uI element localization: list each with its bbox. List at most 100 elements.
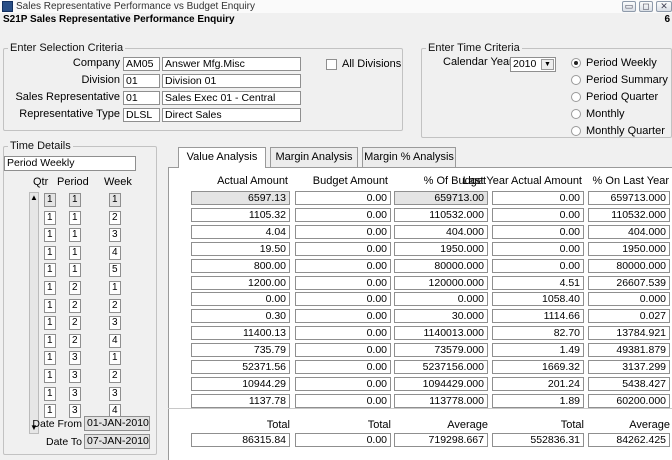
cell-budget-amount[interactable]: 0.00 [295,292,391,307]
cell-percent-on-last-year[interactable]: 1950.000 [588,241,670,256]
time-cell-qtr[interactable]: 1 [44,298,56,313]
cell-last-year-actual[interactable]: 82.70 [492,326,584,341]
cell-budget-amount[interactable]: 0.00 [295,275,391,290]
time-cell-week[interactable]: 4 [109,333,121,348]
cell-budget-amount[interactable]: 0.00 [295,326,391,341]
cell-last-year-actual[interactable]: 4.51 [492,275,584,290]
cell-percent-of-budget[interactable]: 1140013.000 [394,326,488,341]
time-cell-week[interactable]: 1 [109,281,121,295]
tab-margin-analysis[interactable]: Margin Analysis [270,147,358,167]
time-cell-period[interactable]: 2 [69,333,81,348]
cell-last-year-actual[interactable]: 0.00 [492,207,584,222]
calendar-year-select[interactable]: 2010 ▼ [510,57,556,72]
time-cell-week[interactable]: 1 [109,193,121,207]
cell-percent-of-budget[interactable]: 0.000 [394,292,488,307]
time-cell-qtr[interactable]: 1 [44,210,56,225]
cell-last-year-actual[interactable]: 0.00 [492,241,584,256]
cell-percent-on-last-year[interactable]: 404.000 [588,224,670,239]
cell-actual-amount[interactable]: 4.04 [191,224,290,239]
cell-percent-of-budget[interactable]: 30.000 [394,309,488,324]
cell-percent-of-budget[interactable]: 404.000 [394,224,488,239]
time-cell-period[interactable]: 1 [69,263,81,278]
time-cell-period[interactable]: 1 [69,245,81,260]
maximize-icon[interactable]: ◻ [639,1,653,12]
cell-percent-on-last-year[interactable]: 26607.539 [588,275,670,290]
time-cell-period[interactable]: 2 [69,316,81,331]
time-cell-qtr[interactable]: 1 [44,351,56,366]
sales-rep-code-field[interactable]: 01 [123,91,160,105]
cell-percent-of-budget[interactable]: 73579.000 [394,343,488,358]
cell-actual-amount[interactable]: 10944.29 [191,376,290,391]
cell-budget-amount[interactable]: 0.00 [295,309,391,324]
division-code-field[interactable]: 01 [123,74,160,88]
time-cell-period[interactable]: 1 [69,228,81,243]
time-cell-qtr[interactable]: 1 [44,281,56,295]
cell-actual-amount[interactable]: 0.00 [191,292,290,307]
time-cell-week[interactable]: 3 [109,228,121,243]
cell-actual-amount[interactable]: 800.00 [191,258,290,273]
cell-percent-of-budget[interactable]: 1950.000 [394,241,488,256]
time-cell-week[interactable]: 2 [109,298,121,313]
monthly-quarter-radio[interactable] [571,126,581,136]
time-cell-qtr[interactable]: 1 [44,333,56,348]
cell-last-year-actual[interactable]: 1114.66 [492,309,584,324]
time-cell-week[interactable]: 1 [109,351,121,366]
cell-budget-amount[interactable]: 0.00 [295,191,391,205]
cell-budget-amount[interactable]: 0.00 [295,258,391,273]
cell-percent-on-last-year[interactable]: 0.027 [588,309,670,324]
time-cell-week[interactable]: 3 [109,316,121,331]
time-cell-week[interactable]: 3 [109,386,121,401]
cell-actual-amount[interactable]: 1105.32 [191,207,290,222]
time-cell-qtr[interactable]: 1 [44,263,56,278]
time-cell-week[interactable]: 2 [109,210,121,225]
cell-percent-on-last-year[interactable]: 3137.299 [588,360,670,374]
cell-last-year-actual[interactable]: 0.00 [492,258,584,273]
time-cell-qtr[interactable]: 1 [44,404,56,419]
time-cell-period[interactable]: 3 [69,369,81,383]
cell-budget-amount[interactable]: 0.00 [295,224,391,239]
cell-actual-amount[interactable]: 1200.00 [191,275,290,290]
minimize-icon[interactable]: ▭ [622,1,636,12]
cell-budget-amount[interactable]: 0.00 [295,241,391,256]
time-cell-period[interactable]: 1 [69,193,81,207]
cell-actual-amount[interactable]: 6597.13 [191,191,290,205]
cell-percent-of-budget[interactable]: 5237156.000 [394,360,488,374]
monthly-radio[interactable] [571,109,581,119]
cell-percent-on-last-year[interactable]: 659713.000 [588,191,670,205]
time-cell-week[interactable]: 5 [109,263,121,278]
time-cell-qtr[interactable]: 1 [44,228,56,243]
time-cell-qtr[interactable]: 1 [44,386,56,401]
time-cell-qtr[interactable]: 1 [44,193,56,207]
cell-budget-amount[interactable]: 0.00 [295,360,391,374]
cell-percent-on-last-year[interactable]: 0.000 [588,292,670,307]
tab-margin-percent-analysis[interactable]: Margin % Analysis [362,147,456,167]
cell-percent-of-budget[interactable]: 110532.000 [394,207,488,222]
cell-budget-amount[interactable]: 0.00 [295,207,391,222]
scroll-up-icon[interactable]: ▲ [29,193,39,203]
all-divisions-checkbox[interactable] [326,59,337,70]
cell-percent-on-last-year[interactable]: 13784.921 [588,326,670,341]
cell-last-year-actual[interactable]: 1669.32 [492,360,584,374]
cell-actual-amount[interactable]: 735.79 [191,343,290,358]
cell-percent-on-last-year[interactable]: 80000.000 [588,258,670,273]
time-cell-period[interactable]: 2 [69,281,81,295]
cell-percent-of-budget[interactable]: 120000.000 [394,275,488,290]
cell-actual-amount[interactable]: 1137.78 [191,393,290,408]
time-cell-period[interactable]: 3 [69,404,81,419]
cell-last-year-actual[interactable]: 1.89 [492,393,584,408]
time-cell-week[interactable]: 2 [109,369,121,383]
time-cell-qtr[interactable]: 1 [44,316,56,331]
time-cell-period[interactable]: 3 [69,351,81,366]
cell-percent-on-last-year[interactable]: 60200.000 [588,393,670,408]
time-cell-period[interactable]: 3 [69,386,81,401]
time-scrollbar[interactable] [29,192,39,434]
time-cell-period[interactable]: 1 [69,210,81,225]
tab-value-analysis[interactable]: Value Analysis [178,147,266,168]
cell-actual-amount[interactable]: 0.30 [191,309,290,324]
time-cell-qtr[interactable]: 1 [44,245,56,260]
time-cell-qtr[interactable]: 1 [44,369,56,383]
cell-actual-amount[interactable]: 19.50 [191,241,290,256]
cell-last-year-actual[interactable]: 1058.40 [492,292,584,307]
time-cell-week[interactable]: 4 [109,245,121,260]
period-quarter-radio[interactable] [571,92,581,102]
